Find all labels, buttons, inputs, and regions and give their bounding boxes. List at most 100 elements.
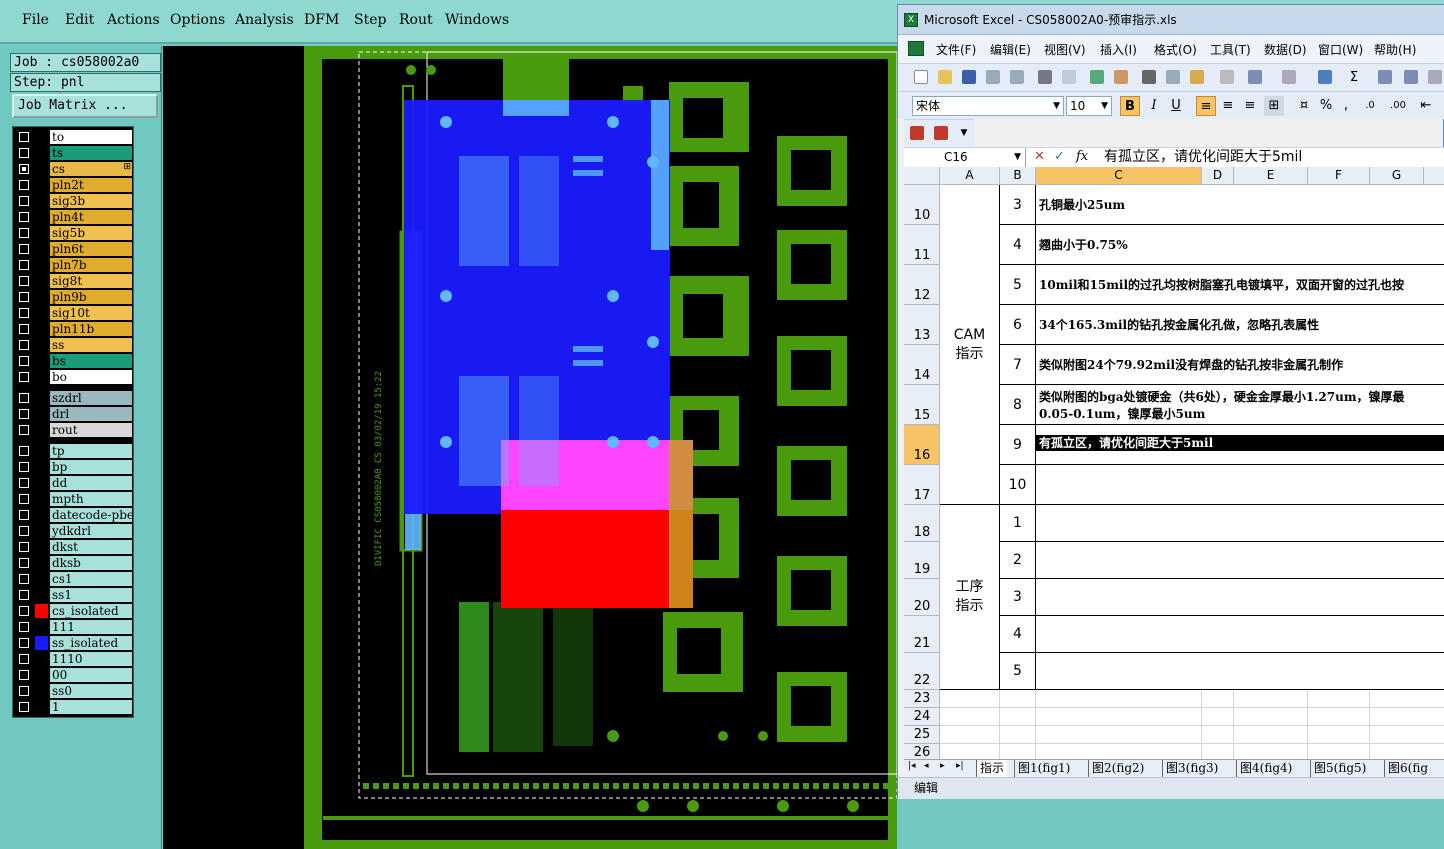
layer-checkbox[interactable] (19, 196, 29, 206)
layer-color-swatch[interactable] (35, 588, 48, 602)
row-header[interactable]: 19 (904, 542, 940, 579)
cell-instruction[interactable] (1036, 579, 1444, 616)
cell-item-number[interactable]: 9 (1000, 425, 1036, 465)
cell-item-number[interactable]: 5 (1000, 265, 1036, 305)
layer-color-swatch[interactable] (35, 146, 48, 160)
layer-color-swatch[interactable] (35, 226, 48, 240)
layer-color-swatch[interactable] (35, 130, 48, 144)
layer-name[interactable]: sig3b (50, 194, 132, 208)
save-icon[interactable] (962, 70, 976, 84)
layer-name[interactable]: tp (50, 444, 132, 458)
layer-color-swatch[interactable] (35, 178, 48, 192)
layer-checkbox[interactable] (19, 446, 29, 456)
cell-item-number[interactable]: 2 (1000, 542, 1036, 579)
layer-row-sig10t[interactable]: sig10t (15, 305, 133, 321)
layer-color-swatch[interactable] (35, 572, 48, 586)
menu-windows[interactable]: Windows (445, 12, 509, 28)
row-header[interactable]: 21 (904, 616, 940, 653)
column-header-e[interactable]: E (1234, 167, 1308, 185)
layer-checkbox[interactable] (19, 526, 29, 536)
layer-name[interactable]: datecode-pbe (50, 508, 132, 522)
layer-row-cs[interactable]: cs ⊞ (15, 161, 133, 177)
layer-checkbox[interactable] (19, 372, 29, 382)
xl-menu-edit[interactable]: 编辑(E) (990, 41, 1031, 58)
row-header[interactable]: 15 (904, 385, 940, 425)
formula-input[interactable]: 有孤立区，请优化间距大于5mil (1104, 148, 1302, 168)
sort-ascending-icon[interactable] (1378, 70, 1392, 84)
layer-checkbox[interactable] (19, 164, 29, 174)
cell-item-number[interactable]: 1 (1000, 505, 1036, 542)
spelling-icon[interactable] (1090, 70, 1104, 84)
layer-color-swatch[interactable] (35, 306, 48, 320)
layer-checkbox[interactable] (19, 590, 29, 600)
format-painter-icon[interactable] (1220, 70, 1234, 84)
layer-name[interactable]: ss0 (50, 684, 132, 698)
layer-name[interactable]: pln11b (50, 322, 132, 336)
menu-file[interactable]: File (22, 12, 49, 28)
layer-row-pln2t[interactable]: pln2t (15, 177, 133, 193)
layer-name[interactable]: ss (50, 338, 132, 352)
copy-icon[interactable] (1166, 70, 1180, 84)
layer-color-swatch[interactable] (35, 508, 48, 522)
column-header-g[interactable]: G (1370, 167, 1424, 185)
layer-color-swatch[interactable] (35, 354, 48, 368)
layer-name[interactable]: sig5b (50, 226, 132, 240)
merge-center-icon[interactable]: ⊞ (1264, 96, 1284, 116)
redo-icon[interactable] (1282, 70, 1296, 84)
layer-row-bo[interactable]: bo (15, 369, 133, 385)
currency-icon[interactable]: ¤ (1294, 96, 1314, 116)
row-header[interactable]: 20 (904, 579, 940, 616)
sheet-tab[interactable]: 图2(fig2) (1088, 760, 1147, 778)
layer-checkbox[interactable] (19, 425, 29, 435)
menu-dfm[interactable]: DFM (304, 12, 339, 28)
layer-color-swatch[interactable] (35, 423, 48, 437)
layer-row-ydkdrl[interactable]: ydkdrl (15, 523, 133, 539)
row-header[interactable]: 26 (904, 744, 940, 760)
layer-row-00[interactable]: 00 (15, 667, 133, 683)
layer-checkbox[interactable] (19, 558, 29, 568)
layer-checkbox[interactable] (19, 670, 29, 680)
align-right-icon[interactable]: ≡ (1240, 96, 1260, 116)
layer-checkbox[interactable] (19, 606, 29, 616)
align-left-icon[interactable]: ≡ (1196, 96, 1216, 116)
layer-name[interactable]: cs1 (50, 572, 132, 586)
cell-process-instructions[interactable]: 工序 指示 (940, 505, 1000, 690)
row-header[interactable]: 12 (904, 265, 940, 305)
cell-instruction[interactable]: 孔铜最小25um (1036, 185, 1444, 225)
workbook-icon[interactable] (908, 41, 924, 56)
layer-name[interactable]: szdrl (50, 391, 132, 405)
cell-item-number[interactable]: 10 (1000, 465, 1036, 505)
row-header[interactable]: 24 (904, 708, 940, 726)
layer-checkbox[interactable] (19, 180, 29, 190)
layer-row-pln6t[interactable]: pln6t (15, 241, 133, 257)
column-header-next[interactable] (1424, 167, 1444, 185)
cell-item-number[interactable]: 7 (1000, 345, 1036, 385)
layer-row-pln4t[interactable]: pln4t (15, 209, 133, 225)
job-matrix-button[interactable]: Job Matrix ... (12, 94, 158, 118)
cell-item-number[interactable]: 4 (1000, 225, 1036, 265)
layer-row-datecode-pbe[interactable]: datecode-pbe (15, 507, 133, 523)
cell-item-number[interactable]: 8 (1000, 385, 1036, 425)
cut-icon[interactable] (1142, 70, 1156, 84)
sheet-tab[interactable]: 图3(fig3) (1162, 760, 1221, 778)
row-header[interactable]: 22 (904, 653, 940, 690)
print-preview-icon[interactable] (1062, 70, 1076, 84)
layer-row-ss1[interactable]: ss1 (15, 587, 133, 603)
xl-menu-window[interactable]: 窗口(W) (1318, 41, 1363, 58)
row-header[interactable]: 14 (904, 345, 940, 385)
layer-checkbox[interactable] (19, 462, 29, 472)
layer-name[interactable]: cs (50, 162, 132, 176)
layer-checkbox[interactable] (19, 148, 29, 158)
menu-step[interactable]: Step (354, 12, 386, 28)
menu-rout[interactable]: Rout (399, 12, 433, 28)
layer-name[interactable]: rout (50, 423, 132, 437)
layer-name[interactable]: dkst (50, 540, 132, 554)
layer-name[interactable]: pln6t (50, 242, 132, 256)
layer-row-ts[interactable]: ts (15, 145, 133, 161)
layer-name[interactable]: cs_isolated (50, 604, 132, 618)
layer-name[interactable]: mpth (50, 492, 132, 506)
layer-color-swatch[interactable] (35, 476, 48, 490)
layer-name[interactable]: drl (50, 407, 132, 421)
layer-color-swatch[interactable] (35, 604, 48, 618)
layer-name[interactable]: sig8t (50, 274, 132, 288)
